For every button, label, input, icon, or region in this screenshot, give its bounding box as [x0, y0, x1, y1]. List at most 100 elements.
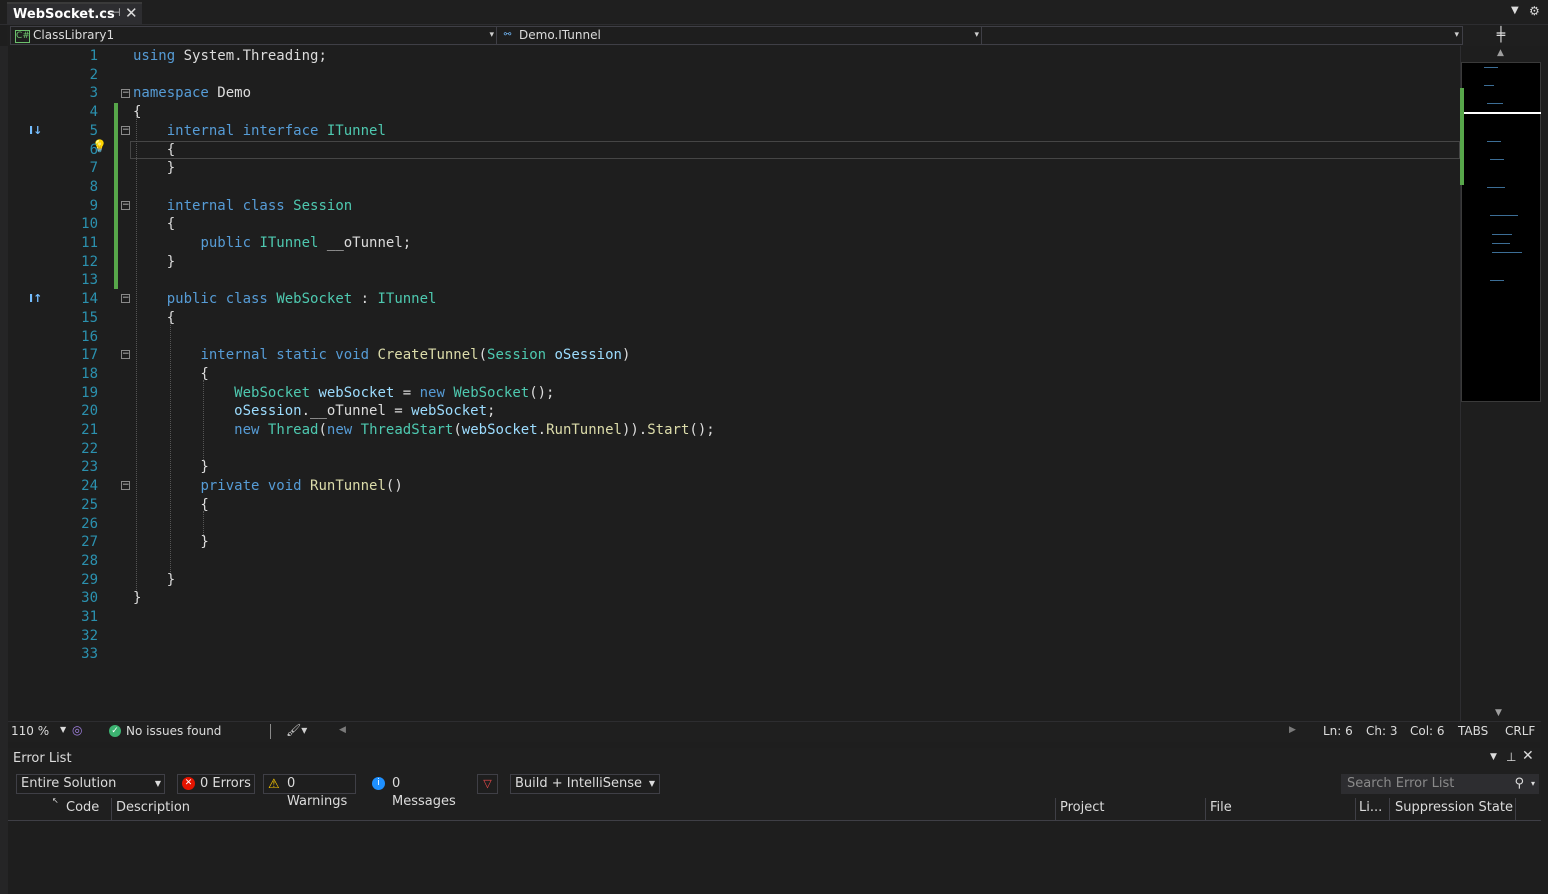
column-project[interactable]: Project — [1060, 800, 1104, 815]
chevron-down-icon[interactable]: ▼ — [1490, 752, 1497, 762]
code-line[interactable]: { — [133, 309, 175, 328]
column-divider[interactable] — [1055, 798, 1056, 820]
collapse-method-runtunnel-icon[interactable]: − — [121, 481, 130, 490]
line-number: 32 — [81, 627, 98, 644]
line-number: 1 — [89, 48, 98, 64]
collapse-class-websocket-icon[interactable]: − — [121, 294, 130, 303]
line-number: 8 — [89, 178, 98, 195]
code-token: ( — [453, 422, 462, 438]
code-editor[interactable]: − − − − − − I↓ I↑ 💡 1 2 3 4 5 6 7 8 9 10 11 12 13 14 1… — [8, 46, 1460, 721]
code-line[interactable]: oSession.__oTunnel = webSocket; — [133, 402, 495, 421]
code-line[interactable]: internal class Session — [133, 197, 352, 216]
implemented-by-icon[interactable]: I↓ — [29, 124, 42, 137]
line-number: 7 — [89, 160, 98, 177]
search-error-list-input[interactable]: Search Error List ⚲ ▾ — [1341, 774, 1539, 794]
code-line[interactable]: { — [133, 215, 175, 234]
column-divider[interactable] — [111, 798, 112, 820]
scroll-right-icon[interactable]: ▶ — [1289, 725, 1296, 735]
code-line[interactable]: internal static void CreateTunnel(Sessio… — [133, 346, 630, 365]
code-line[interactable]: using System.Threading; — [133, 47, 327, 66]
code-token: } — [133, 459, 209, 476]
column-divider[interactable] — [1205, 798, 1206, 820]
code-line[interactable]: } — [133, 159, 175, 178]
code-token: ThreadStart — [360, 422, 454, 438]
code-line[interactable]: public class WebSocket : ITunnel — [133, 290, 437, 309]
column-divider[interactable] — [1389, 798, 1390, 820]
indent-mode[interactable]: TABS — [1458, 724, 1488, 738]
zoom-level[interactable]: 110 % — [11, 724, 49, 738]
line-ending[interactable]: CRLF — [1505, 724, 1535, 738]
collapse-method-createtunnel-icon[interactable]: − — [121, 350, 130, 359]
scroll-down-icon[interactable]: ▼ — [1495, 708, 1502, 718]
char-position[interactable]: Ch: 3 — [1366, 724, 1397, 738]
gear-icon[interactable]: ⚙ — [1529, 4, 1540, 18]
intellicode-icon[interactable]: ◎ — [72, 723, 82, 737]
code-line[interactable]: WebSocket webSocket = new WebSocket(); — [133, 384, 554, 403]
tab-overflow-icon[interactable]: ▼ — [1511, 5, 1519, 16]
line-number: 33 — [81, 646, 98, 663]
line-number: 24 — [81, 478, 98, 495]
scroll-up-icon[interactable]: ▲ — [1497, 48, 1504, 58]
error-list-rows[interactable] — [8, 821, 1541, 894]
code-token: webSocket — [461, 422, 538, 438]
collapse-interface-icon[interactable]: − — [121, 126, 130, 135]
code-line[interactable]: { — [133, 103, 141, 122]
line-number: 16 — [81, 328, 98, 345]
column-description[interactable]: Description — [116, 800, 190, 815]
tab-websocket-cs[interactable]: WebSocket.cs ⊣ ✕ — [7, 2, 142, 24]
column-suppression-state[interactable]: Suppression State — [1395, 800, 1513, 815]
code-cleanup-icon[interactable]: 🖌▾ — [286, 723, 307, 737]
code-line[interactable]: private void RunTunnel() — [133, 477, 402, 496]
member-dropdown[interactable]: ▾ — [981, 26, 1463, 45]
line-number: 4 — [89, 104, 98, 121]
scroll-left-icon[interactable]: ◀ — [339, 725, 346, 735]
code-token: WebSocket — [453, 384, 530, 401]
close-icon[interactable]: ✕ — [1522, 748, 1534, 764]
column-position[interactable]: Col: 6 — [1410, 724, 1445, 738]
column-line[interactable]: Li... — [1359, 800, 1382, 815]
implements-icon[interactable]: I↑ — [29, 292, 42, 305]
errors-count: 0 Errors — [200, 776, 251, 791]
code-line[interactable]: { — [133, 365, 208, 384]
filter-icon[interactable]: ▽ — [477, 774, 498, 794]
changed-lines-bar — [114, 103, 118, 289]
code-line[interactable]: { — [133, 141, 175, 160]
split-window-icon[interactable]: ╪ — [1461, 25, 1541, 46]
line-position[interactable]: Ln: 6 — [1323, 724, 1353, 738]
sort-indicator-icon[interactable]: ↖ — [52, 796, 59, 805]
build-filter-dropdown[interactable]: Build + IntelliSense ▼ — [510, 774, 660, 794]
code-line[interactable]: } — [133, 589, 141, 608]
code-line[interactable]: internal interface ITunnel — [133, 122, 386, 141]
code-token: } — [133, 253, 176, 270]
code-line[interactable]: namespace Demo — [133, 84, 251, 103]
code-token: System.Threading; — [175, 48, 327, 64]
type-dropdown-label: Demo.ITunnel — [519, 28, 601, 42]
code-line[interactable]: } — [133, 533, 208, 552]
pin-icon[interactable]: ⊥ — [1506, 750, 1516, 764]
project-dropdown[interactable]: C# ClassLibrary1 ▾ — [10, 26, 498, 45]
column-file[interactable]: File — [1210, 800, 1232, 815]
type-dropdown[interactable]: ⚯ Demo.ITunnel ▾ — [496, 26, 983, 45]
code-line[interactable]: } — [133, 571, 175, 590]
close-tab-icon[interactable]: ✕ — [125, 4, 138, 22]
warnings-toggle-button[interactable]: ⚠ 0 Warnings — [263, 774, 356, 809]
pin-icon[interactable]: ⊣ — [111, 6, 121, 19]
collapse-class-session-icon[interactable]: − — [121, 201, 130, 210]
collapse-namespace-icon[interactable]: − — [121, 89, 130, 98]
code-line[interactable]: } — [133, 253, 175, 272]
messages-toggle-button[interactable]: i 0 Messages — [366, 774, 466, 809]
code-line[interactable]: { — [133, 496, 208, 515]
code-token: RunTunnel — [546, 422, 622, 438]
code-line[interactable]: new Thread(new ThreadStart(webSocket.Run… — [133, 421, 715, 440]
chevron-down-icon[interactable]: ▼ — [60, 725, 66, 734]
scope-dropdown[interactable]: Entire Solution ▼ — [16, 774, 165, 794]
errors-toggle-button[interactable]: ✕ 0 Errors — [177, 774, 255, 794]
issues-status[interactable]: No issues found — [126, 724, 221, 738]
code-line[interactable]: } — [133, 458, 209, 477]
column-divider[interactable] — [1355, 798, 1356, 820]
column-code[interactable]: Code — [66, 800, 99, 815]
code-line[interactable]: public ITunnel __oTunnel; — [133, 234, 411, 253]
column-divider[interactable] — [1515, 798, 1516, 820]
vertical-scrollbar-map[interactable]: ▲ ▼ — [1460, 46, 1542, 721]
